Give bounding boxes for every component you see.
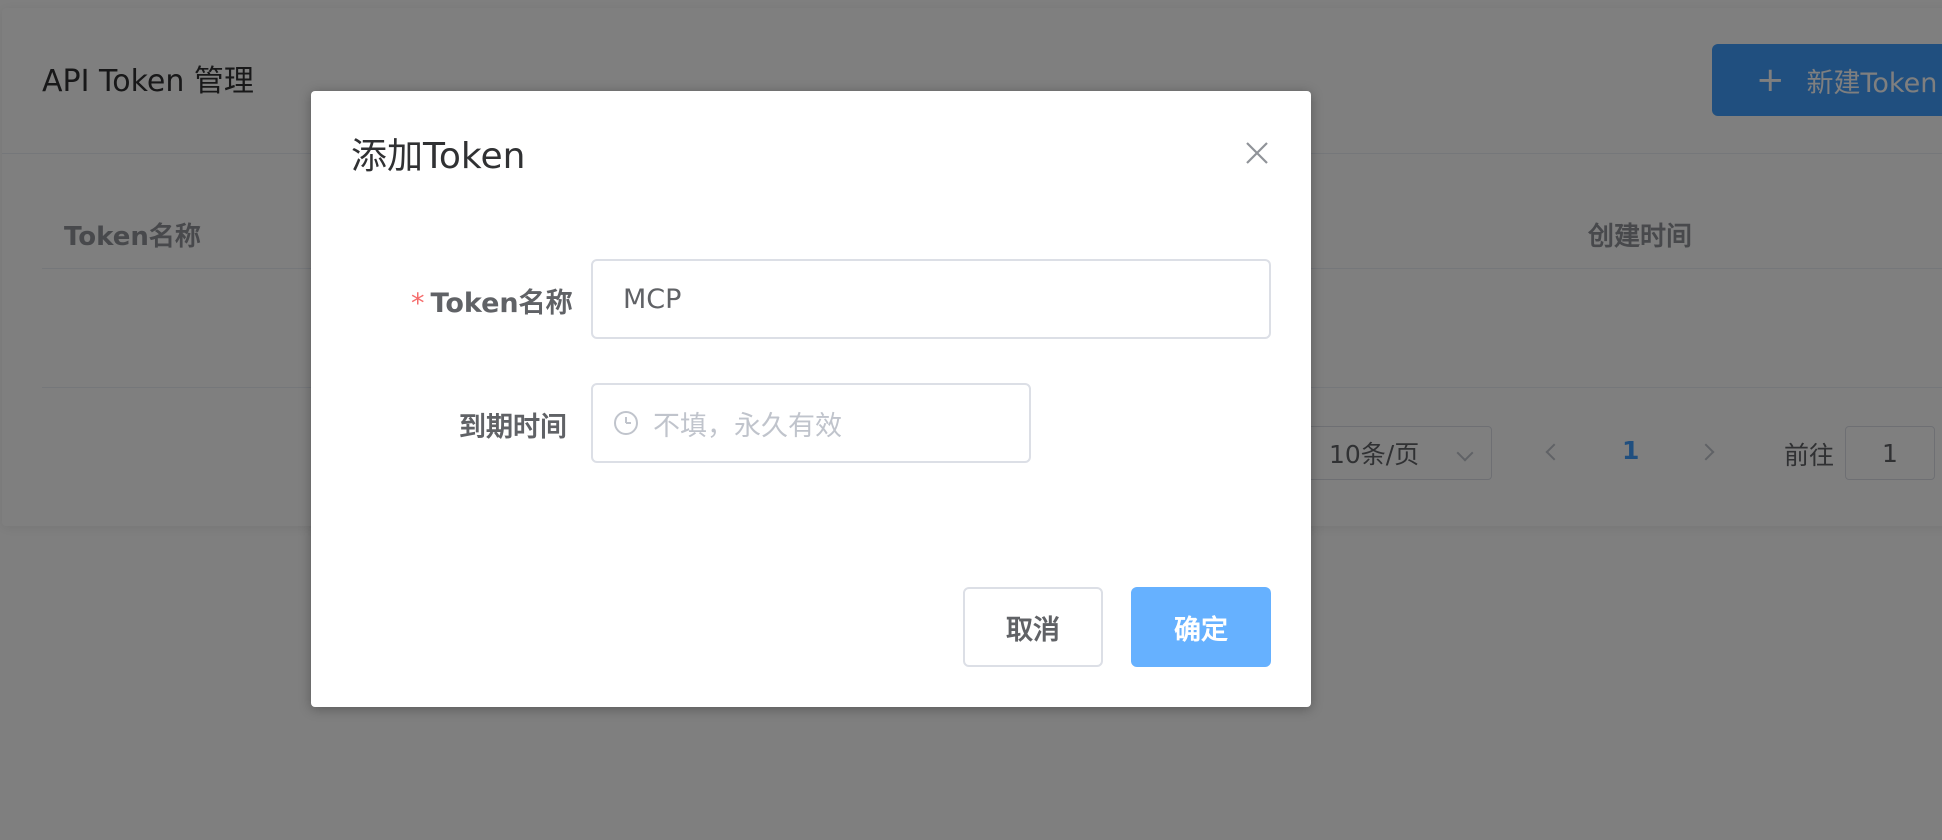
token-name-label: * Token名称 <box>411 281 573 320</box>
token-name-label-text: Token名称 <box>430 288 573 319</box>
page: API Token 管理 + 新建Token Token名称 创建时间 10条/… <box>0 0 1942 840</box>
expiry-placeholder: 不填，永久有效 <box>653 410 842 442</box>
expiry-label: 到期时间 <box>459 412 567 443</box>
confirm-button[interactable]: 确定 <box>1131 587 1271 667</box>
expiry-date-picker[interactable]: 不填，永久有效 <box>591 383 1031 463</box>
cancel-button[interactable]: 取消 <box>963 587 1103 667</box>
add-token-dialog: 添加Token *Token名称 到期时间 不填，永久有效 取消 确定 <box>311 91 1311 707</box>
required-mark: * <box>411 288 425 319</box>
clock-icon <box>614 411 638 435</box>
token-name-input[interactable] <box>591 259 1271 339</box>
close-icon[interactable] <box>1239 135 1275 171</box>
dialog-title: 添加Token <box>351 136 526 177</box>
